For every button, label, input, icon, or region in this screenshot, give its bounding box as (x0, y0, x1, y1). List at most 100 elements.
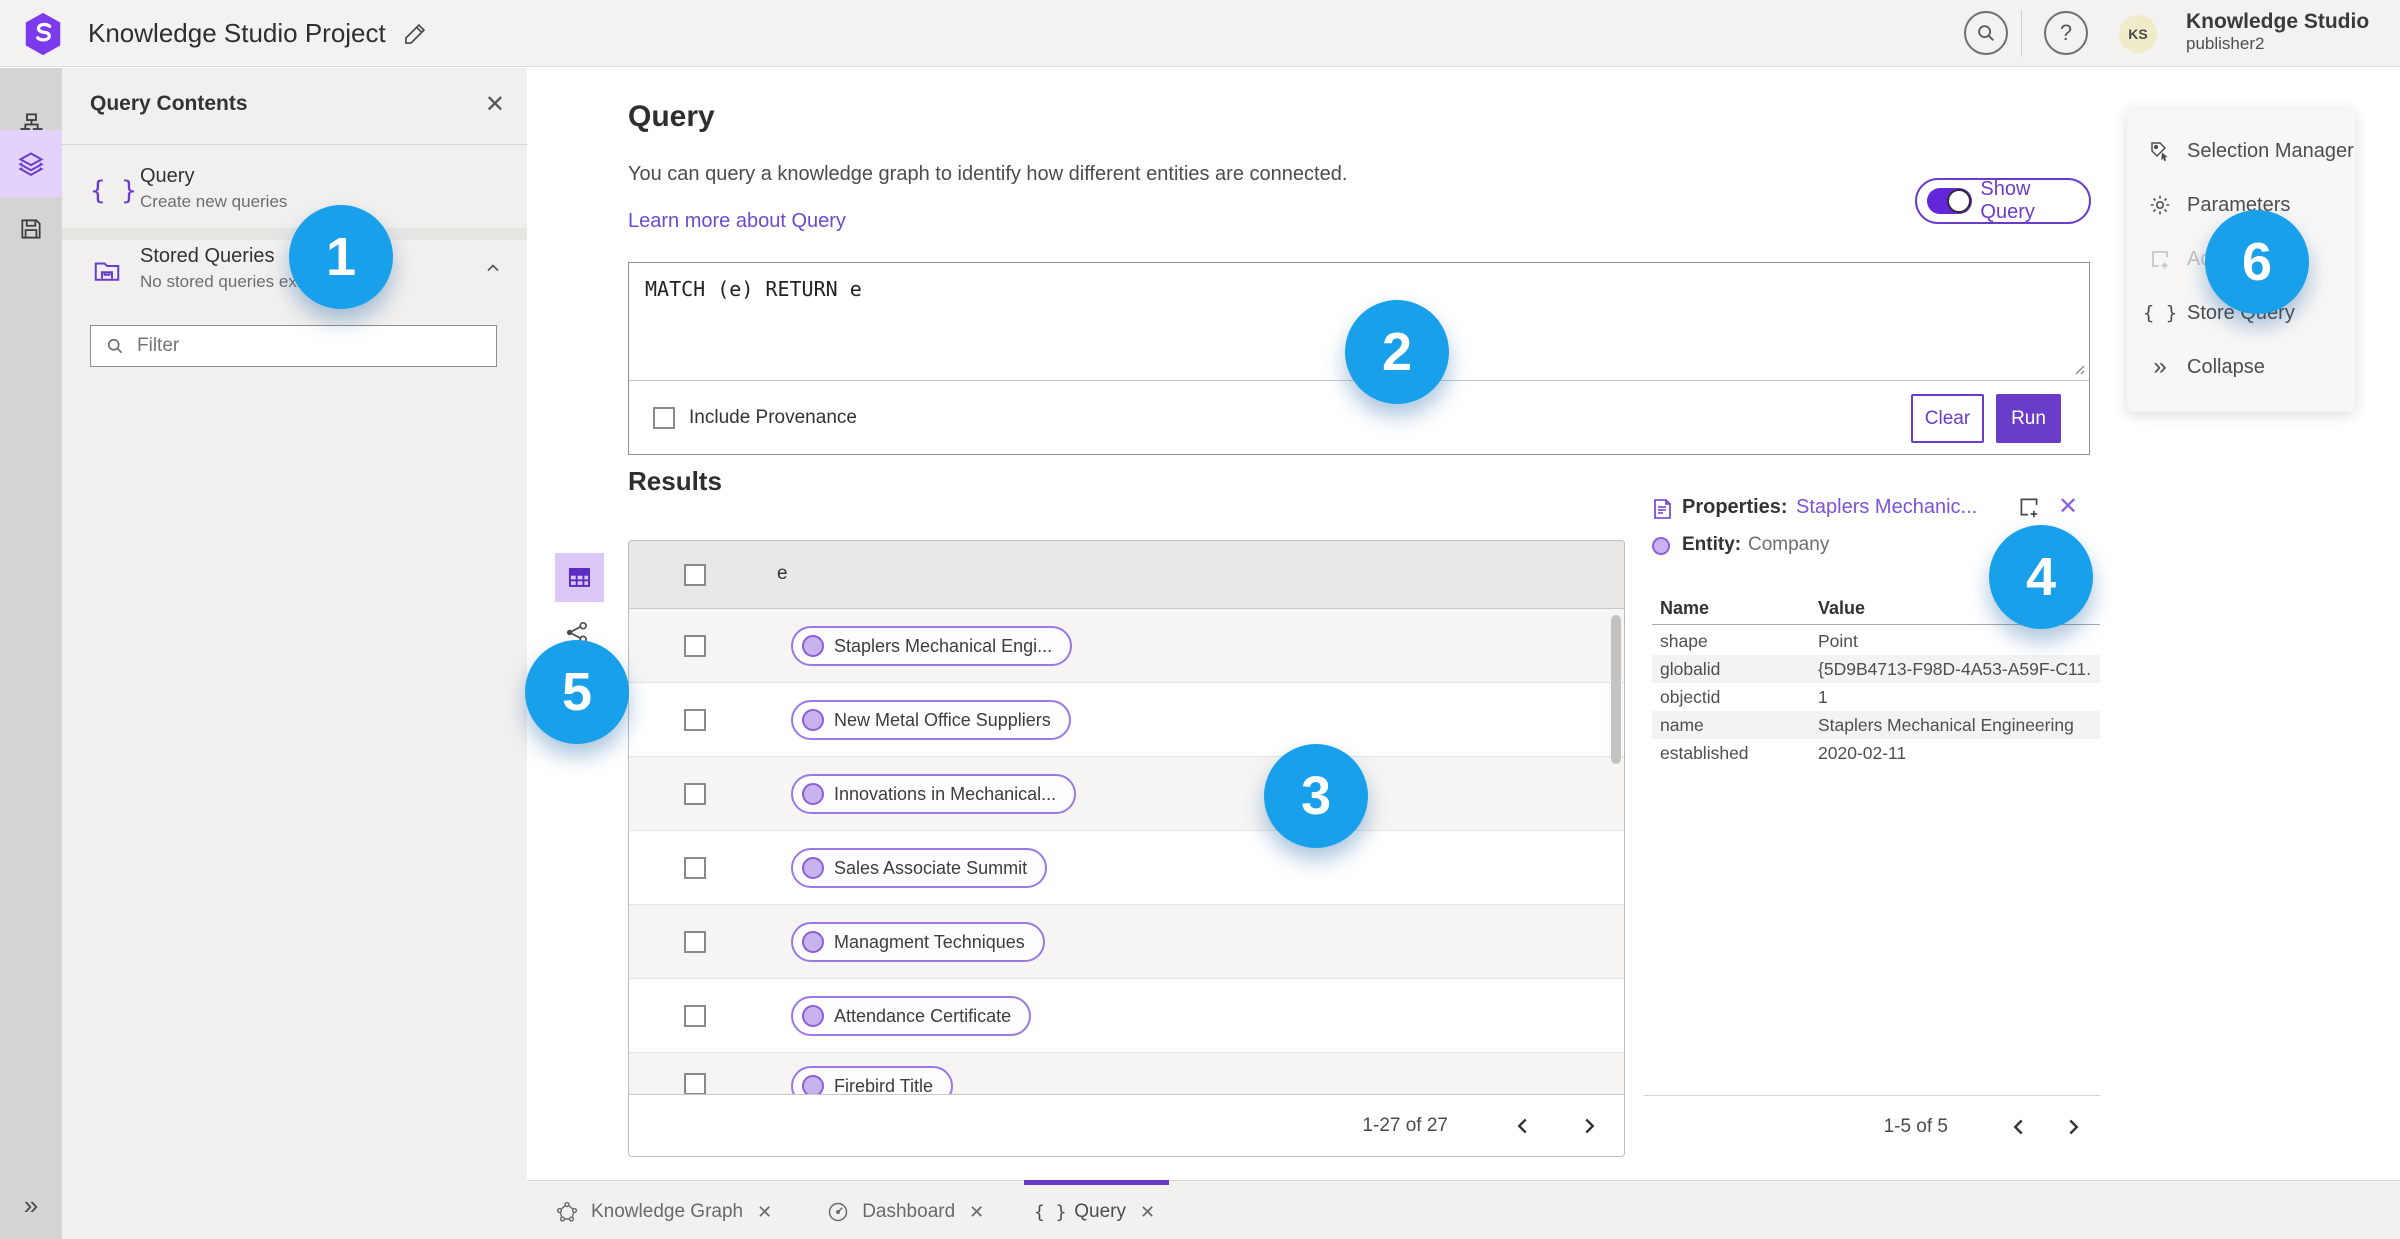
left-rail: » (0, 68, 62, 1239)
user-menu[interactable]: Knowledge Studio publisher2 (2186, 10, 2369, 54)
results-table-header: e (629, 541, 1624, 609)
page-previous-icon[interactable] (2006, 1114, 2032, 1140)
annotation-circle-2: 2 (1345, 300, 1449, 404)
include-provenance-checkbox[interactable] (653, 407, 675, 429)
help-button[interactable]: ? (2044, 11, 2088, 55)
user-role: publisher2 (2186, 34, 2265, 54)
row-checkbox[interactable] (684, 1073, 706, 1095)
layers-icon (18, 151, 44, 176)
entity-swatch-icon (802, 857, 824, 879)
prop-header-value: Value (1818, 598, 1866, 618)
braces-icon: { } (90, 176, 137, 206)
close-tab-icon[interactable]: ✕ (1140, 1202, 1155, 1223)
table-view-button[interactable] (555, 553, 604, 602)
page-next-icon[interactable] (1576, 1113, 1602, 1139)
bottom-tab-bar: Knowledge Graph ✕ Dashboard ✕ { } Query … (527, 1180, 2400, 1239)
page-next-icon[interactable] (2060, 1114, 2086, 1140)
braces-icon: { } (2142, 302, 2178, 324)
annotation-circle-5: 5 (525, 640, 629, 744)
table-row: Innovations in Mechanical... (629, 757, 1624, 831)
row-checkbox[interactable] (684, 857, 706, 879)
add-to-selection-icon[interactable] (2016, 494, 2042, 520)
menu-item-collapse[interactable]: » Collapse (2127, 340, 2355, 394)
dashboard-gauge-icon (826, 1200, 850, 1224)
query-description: You can query a knowledge graph to ident… (628, 163, 1348, 185)
tab-knowledge-graph[interactable]: Knowledge Graph ✕ (541, 1180, 786, 1239)
entity-pill[interactable]: Managment Techniques (791, 922, 1045, 962)
results-pagination: 1-27 of 27 (629, 1094, 1624, 1156)
close-panel-icon[interactable]: ✕ (485, 90, 505, 119)
close-properties-icon[interactable]: ✕ (2058, 492, 2078, 521)
entity-pill[interactable]: Attendance Certificate (791, 996, 1032, 1036)
search-icon (107, 338, 123, 354)
clear-button[interactable]: Clear (1911, 394, 1984, 443)
expand-rail-button[interactable]: » (0, 1190, 62, 1221)
entity-swatch-icon (802, 1005, 824, 1027)
entity-pill[interactable]: New Metal Office Suppliers (791, 700, 1071, 740)
table-row: Firebird Title (629, 1053, 1624, 1096)
row-checkbox[interactable] (684, 783, 706, 805)
properties-entity-link[interactable]: Staplers Mechanic... (1796, 496, 1977, 519)
stored-queries-subtitle: No stored queries exist (140, 272, 314, 291)
page-previous-icon[interactable] (1510, 1113, 1536, 1139)
chevron-up-icon[interactable] (483, 258, 503, 278)
entity-pill[interactable]: Staplers Mechanical Engi... (791, 626, 1073, 666)
search-icon (1978, 25, 1994, 41)
show-query-label: Show Query (1980, 178, 2035, 223)
close-tab-icon[interactable]: ✕ (757, 1202, 772, 1223)
rail-save-button[interactable] (0, 201, 62, 257)
annotation-circle-3: 3 (1264, 744, 1368, 848)
search-button[interactable] (1964, 11, 2008, 55)
show-query-toggle[interactable]: Show Query (1915, 178, 2091, 224)
entity-type: Company (1748, 534, 1830, 555)
double-chevron-right-icon: » (2153, 353, 2167, 380)
property-row: objectid 1 (1660, 687, 1828, 707)
entity-swatch-icon (802, 783, 824, 805)
project-title: Knowledge Studio Project (88, 18, 386, 48)
prop-header-name: Name (1660, 598, 1710, 618)
query-item-subtitle: Create new queries (140, 192, 288, 211)
query-item[interactable]: { } Query Create new queries (62, 160, 527, 228)
annotation-circle-1: 1 (289, 205, 393, 309)
row-checkbox[interactable] (684, 1005, 706, 1027)
column-header-e: e (777, 563, 788, 584)
learn-more-link[interactable]: Learn more about Query (628, 210, 846, 233)
annotation-circle-4: 4 (1989, 525, 2093, 629)
topbar-divider (2021, 10, 2022, 57)
entity-pill[interactable]: Firebird Title (791, 1066, 954, 1096)
user-name: Knowledge Studio (2186, 10, 2370, 33)
filter-input[interactable] (137, 335, 467, 357)
row-checkbox[interactable] (684, 635, 706, 657)
close-tab-icon[interactable]: ✕ (969, 1202, 984, 1223)
entity-pill[interactable]: Sales Associate Summit (791, 848, 1048, 888)
tab-query[interactable]: { } Query ✕ (1024, 1180, 1170, 1239)
tab-dashboard[interactable]: Dashboard ✕ (812, 1180, 998, 1239)
run-button[interactable]: Run (1996, 394, 2061, 443)
results-table: e Staplers Mechanical Engi... New Metal … (628, 540, 1625, 1157)
row-checkbox[interactable] (684, 709, 706, 731)
table-scrollbar[interactable] (1611, 615, 1621, 764)
avatar[interactable]: KS (2119, 15, 2157, 53)
app-window: Knowledge Studio Project ? KS Knowledge … (0, 0, 2400, 1239)
table-row: New Metal Office Suppliers (629, 683, 1624, 757)
entity-pill[interactable]: Innovations in Mechanical... (791, 774, 1077, 814)
properties-doc-icon (1654, 499, 1671, 519)
table-row: Staplers Mechanical Engi... (629, 609, 1624, 683)
rail-contents-button[interactable] (0, 130, 62, 197)
row-checkbox[interactable] (684, 931, 706, 953)
resize-handle-icon[interactable] (2071, 361, 2085, 375)
tab-label: Query (1074, 1201, 1126, 1222)
filter-field (90, 325, 497, 367)
property-row: name Staplers Mechanical Engineering (1652, 711, 2100, 739)
stored-queries-title: Stored Queries (140, 245, 275, 267)
edit-title-icon[interactable] (402, 20, 429, 47)
save-icon (21, 219, 41, 239)
properties-label: Properties: (1682, 496, 1788, 518)
properties-pagination: 1-5 of 5 (1644, 1095, 2100, 1157)
table-icon (568, 568, 591, 587)
selection-manager-icon (2147, 138, 2173, 164)
menu-item-selection-manager[interactable]: Selection Manager (2127, 124, 2355, 178)
add-icon (2147, 246, 2173, 272)
select-all-checkbox[interactable] (684, 564, 706, 586)
table-row: Attendance Certificate (629, 979, 1624, 1053)
